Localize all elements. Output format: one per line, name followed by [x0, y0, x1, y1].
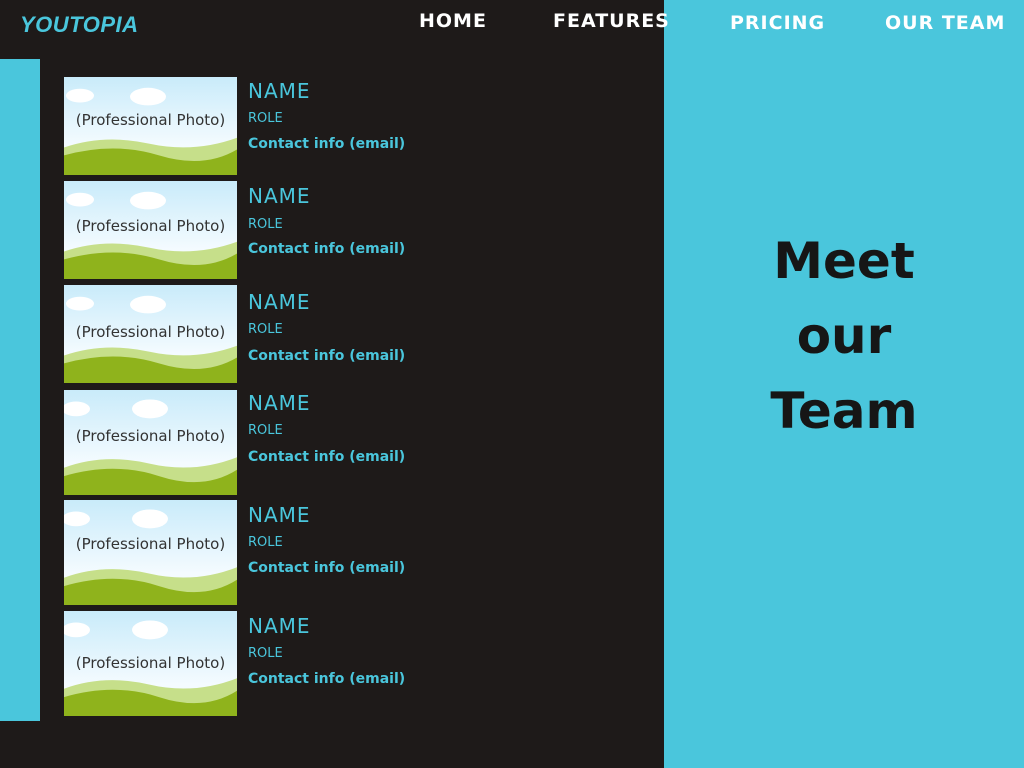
member-contact-link[interactable]: Contact info (email) [248, 241, 405, 257]
member-name: NAME [248, 184, 311, 208]
member-photo-label: (Professional Photo) [75, 323, 226, 341]
member-photo-label: (Professional Photo) [75, 427, 226, 445]
member-role: ROLE [248, 217, 283, 232]
team-member-card: (Professional Photo) NAME ROLE Contact i… [64, 285, 484, 383]
member-contact-link[interactable]: Contact info (email) [248, 671, 405, 687]
team-member-card: (Professional Photo) NAME ROLE Contact i… [64, 611, 484, 716]
member-role: ROLE [248, 535, 283, 550]
page-title: Meet our Team [664, 224, 1024, 449]
page-title-line-3: Team [770, 382, 918, 440]
team-member-card: (Professional Photo) NAME ROLE Contact i… [64, 390, 484, 495]
member-photo: (Professional Photo) [64, 611, 237, 716]
member-photo: (Professional Photo) [64, 500, 237, 605]
member-name: NAME [248, 290, 311, 314]
member-photo-label: (Professional Photo) [75, 654, 226, 672]
nav-features[interactable]: FEATURES [553, 10, 670, 32]
team-member-card: (Professional Photo) NAME ROLE Contact i… [64, 77, 484, 175]
member-contact-link[interactable]: Contact info (email) [248, 136, 405, 152]
member-photo: (Professional Photo) [64, 181, 237, 279]
member-photo: (Professional Photo) [64, 285, 237, 383]
member-role: ROLE [248, 322, 283, 337]
team-member-card: (Professional Photo) NAME ROLE Contact i… [64, 500, 484, 605]
brand-logo[interactable]: YOUTOPIA [20, 12, 139, 38]
member-name: NAME [248, 391, 311, 415]
left-accent-strip [0, 59, 40, 721]
member-contact-link[interactable]: Contact info (email) [248, 348, 405, 364]
nav-our-team[interactable]: OUR TEAM [885, 12, 1005, 34]
page-title-line-1: Meet [773, 232, 915, 290]
member-role: ROLE [248, 111, 283, 126]
member-contact-link[interactable]: Contact info (email) [248, 560, 405, 576]
member-role: ROLE [248, 646, 283, 661]
member-role: ROLE [248, 423, 283, 438]
member-photo: (Professional Photo) [64, 77, 237, 175]
team-member-card: (Professional Photo) NAME ROLE Contact i… [64, 181, 484, 279]
page-title-line-2: our [796, 307, 892, 365]
nav-home[interactable]: HOME [419, 10, 487, 32]
member-photo-label: (Professional Photo) [75, 217, 226, 235]
member-photo: (Professional Photo) [64, 390, 237, 495]
member-photo-label: (Professional Photo) [75, 111, 226, 129]
nav-pricing[interactable]: PRICING [730, 12, 825, 34]
member-photo-label: (Professional Photo) [75, 535, 226, 553]
member-contact-link[interactable]: Contact info (email) [248, 449, 405, 465]
member-name: NAME [248, 614, 311, 638]
member-name: NAME [248, 79, 311, 103]
member-name: NAME [248, 503, 311, 527]
